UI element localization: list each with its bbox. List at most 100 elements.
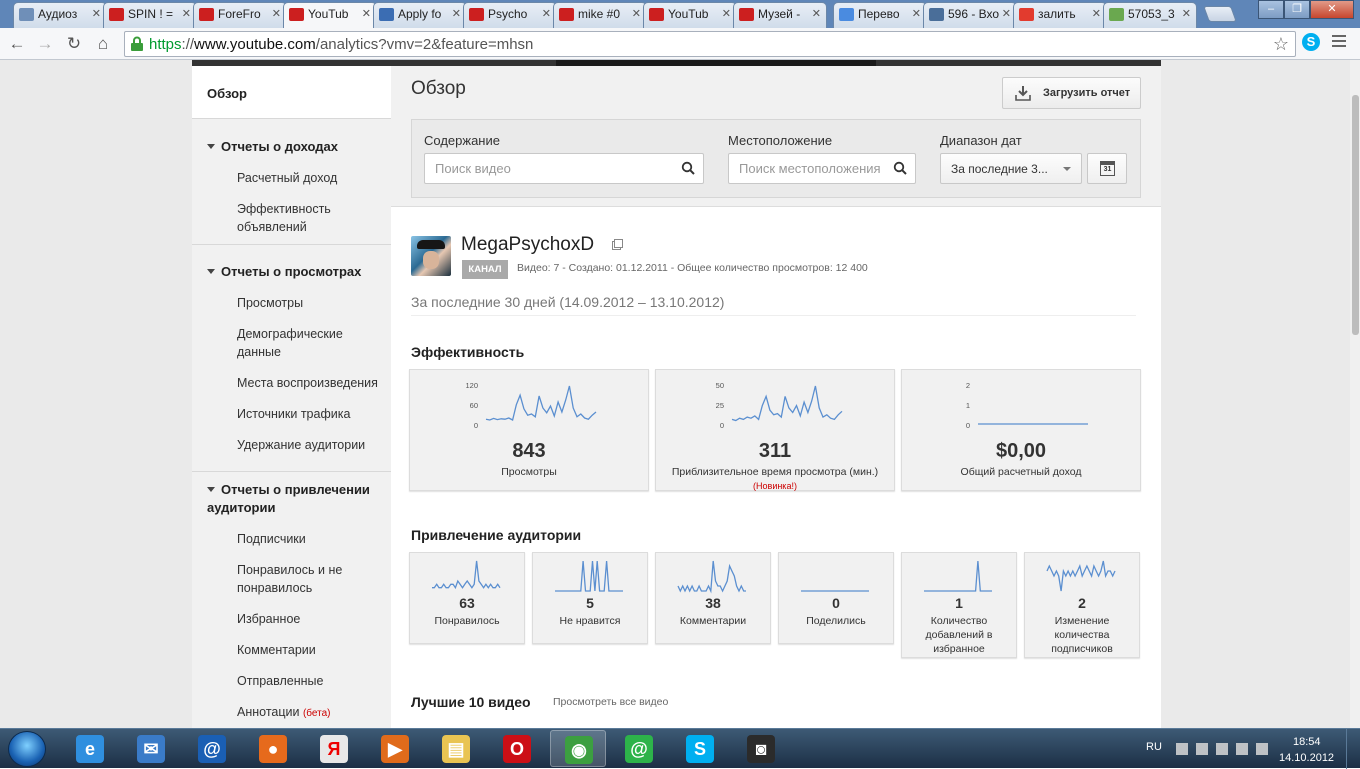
tab-close-icon[interactable]: ✕	[542, 7, 551, 20]
taskbar-app-opera[interactable]: O	[489, 730, 545, 767]
taskbar-app-agent[interactable]: @	[611, 730, 667, 767]
forward-arrow-icon[interactable]: →	[34, 33, 56, 55]
sidebar-item[interactable]: Места воспроизведения	[237, 374, 382, 392]
browser-tab[interactable]: 596 - Вхо ✕	[923, 2, 1017, 28]
browser-tab[interactable]: 57053_3 ✕	[1103, 2, 1197, 28]
tray-arrow-icon[interactable]	[1176, 743, 1188, 755]
tab-close-icon[interactable]: ✕	[452, 7, 461, 20]
search-icon[interactable]	[681, 161, 695, 175]
tab-close-icon[interactable]: ✕	[912, 7, 921, 20]
date-range-value: За последние 3...	[951, 162, 1048, 176]
sidebar-item[interactable]: Подписчики	[237, 530, 382, 548]
browser-tab[interactable]: ForeFro ✕	[193, 2, 287, 28]
performance-card[interactable]: 2 1 0 $0,00 Общий расчетный доход	[901, 369, 1141, 491]
external-link-icon[interactable]	[612, 239, 623, 250]
browser-tab[interactable]: Apply fo ✕	[373, 2, 467, 28]
taskbar-app-yandex[interactable]: Я	[306, 730, 362, 767]
reload-icon[interactable]: ↻	[63, 33, 85, 55]
browser-tab[interactable]: mike #0 ✕	[553, 2, 647, 28]
browser-tab[interactable]: YouTub ✕	[643, 2, 737, 28]
download-icon	[1015, 86, 1031, 101]
search-icon[interactable]	[893, 161, 907, 175]
home-icon[interactable]: ⌂	[92, 33, 114, 55]
browser-tab[interactable]: Перево ✕	[833, 2, 927, 28]
tab-close-icon[interactable]: ✕	[92, 7, 101, 20]
taskbar-app-ie[interactable]: e	[62, 730, 118, 767]
location-search-input[interactable]: Поиск местоположения	[728, 153, 916, 184]
bookmark-star-icon[interactable]: ☆	[1273, 34, 1289, 55]
taskbar-app-firefox[interactable]: ●	[245, 730, 301, 767]
tab-close-icon[interactable]: ✕	[1092, 7, 1101, 20]
browser-tab[interactable]: залить ✕	[1013, 2, 1107, 28]
sidebar-item-overview[interactable]: Обзор	[192, 66, 391, 118]
sidebar-item[interactable]: Отправленные	[237, 672, 382, 690]
taskbar-app-skype[interactable]: S	[672, 730, 728, 767]
sidebar-group-heading[interactable]: Отчеты о просмотрах	[207, 263, 382, 281]
sidebar-item[interactable]: Комментарии	[237, 641, 382, 659]
engagement-card[interactable]: 5 Не нравится	[532, 552, 648, 644]
skype-extension-icon[interactable]: S	[1302, 33, 1320, 51]
taskbar-app-webcam[interactable]: ◙	[733, 730, 789, 767]
taskbar-app-explorer[interactable]: ▤	[428, 730, 484, 767]
browser-tab[interactable]: YouTub ✕	[283, 2, 377, 29]
taskbar-app-media[interactable]: ▶	[367, 730, 423, 767]
tray-flag-icon[interactable]	[1196, 743, 1208, 755]
tab-close-icon[interactable]: ✕	[722, 7, 731, 20]
tray-network-icon[interactable]	[1216, 743, 1228, 755]
tab-close-icon[interactable]: ✕	[272, 7, 281, 20]
tray-volume-icon[interactable]	[1236, 743, 1248, 755]
engagement-card[interactable]: 2 Изменение количества подписчиков	[1024, 552, 1140, 658]
tab-close-icon[interactable]: ✕	[1002, 7, 1011, 20]
sidebar-group-heading[interactable]: Отчеты о доходах	[207, 138, 382, 156]
new-tab-button[interactable]	[1203, 6, 1237, 22]
tab-close-icon[interactable]: ✕	[362, 7, 371, 20]
minimize-icon[interactable]: –	[1258, 0, 1284, 19]
download-report-button[interactable]: Загрузить отчет	[1002, 77, 1141, 109]
tab-close-icon[interactable]: ✕	[182, 7, 191, 20]
show-desktop-button[interactable]	[1346, 729, 1360, 769]
tab-close-icon[interactable]: ✕	[1182, 7, 1191, 20]
channel-avatar[interactable]	[411, 236, 451, 276]
taskbar-app-mailru[interactable]: @	[184, 730, 240, 767]
wrench-menu-icon[interactable]	[1332, 35, 1346, 49]
sidebar-item[interactable]: Просмотры	[237, 294, 382, 312]
clock-time[interactable]: 18:54	[1293, 736, 1321, 748]
scrollbar-thumb[interactable]	[1352, 95, 1359, 335]
start-button[interactable]	[8, 731, 46, 767]
taskbar-app-chrome[interactable]: ◉	[550, 730, 606, 767]
sidebar-item[interactable]: Эффективность объявлений	[237, 200, 382, 236]
calendar-button[interactable]: 31	[1087, 153, 1127, 184]
back-arrow-icon[interactable]: ←	[6, 33, 28, 55]
language-indicator[interactable]: RU	[1146, 741, 1162, 753]
sidebar-item[interactable]: Демографические данные	[237, 325, 382, 361]
tab-close-icon[interactable]: ✕	[632, 7, 641, 20]
engagement-card[interactable]: 1 Количество добавлений в избранное	[901, 552, 1017, 658]
browser-tab[interactable]: Аудиоз ✕	[13, 2, 107, 28]
engagement-card[interactable]: 63 Понравилось	[409, 552, 525, 644]
tab-close-icon[interactable]: ✕	[812, 7, 821, 20]
view-all-videos-link[interactable]: Просмотреть все видео	[553, 696, 668, 708]
performance-card[interactable]: 120 60 0 843 Просмотры	[409, 369, 649, 491]
taskbar-app-mail[interactable]: ✉	[123, 730, 179, 767]
performance-card[interactable]: 50 25 0 311 Приблизительное время просмотра …	[655, 369, 895, 491]
content-search-input[interactable]: Поиск видео	[424, 153, 704, 184]
browser-tab[interactable]: Psycho ✕	[463, 2, 557, 28]
sidebar-item[interactable]: Удержание аудитории	[237, 436, 382, 454]
clock-date[interactable]: 14.10.2012	[1279, 752, 1334, 764]
maximize-icon[interactable]: ❐	[1284, 0, 1310, 19]
date-range-select[interactable]: За последние 3...	[940, 153, 1082, 184]
sidebar-item[interactable]: Расчетный доход	[237, 169, 382, 187]
engagement-card[interactable]: 38 Комментарии	[655, 552, 771, 644]
sidebar-item[interactable]: Избранное	[237, 610, 382, 628]
sidebar-item[interactable]: Аннотации (бета)	[237, 703, 382, 723]
close-window-icon[interactable]: ✕	[1310, 0, 1354, 19]
sidebar-group-heading[interactable]: Отчеты о привлечении аудитории	[207, 481, 382, 517]
browser-tab[interactable]: SPIN ! = ✕	[103, 2, 197, 28]
sidebar-item[interactable]: Источники трафика	[237, 405, 382, 423]
engagement-card[interactable]: 0 Поделились	[778, 552, 894, 644]
address-bar[interactable]: https://www.youtube.com/analytics?vmv=2&…	[124, 31, 1296, 57]
browser-tab[interactable]: Музей - ✕	[733, 2, 827, 28]
sidebar-item[interactable]: Понравилось и не понравилось	[237, 561, 382, 597]
channel-name[interactable]: MegaPsychoxD	[461, 234, 594, 256]
tray-power-icon[interactable]	[1256, 743, 1268, 755]
